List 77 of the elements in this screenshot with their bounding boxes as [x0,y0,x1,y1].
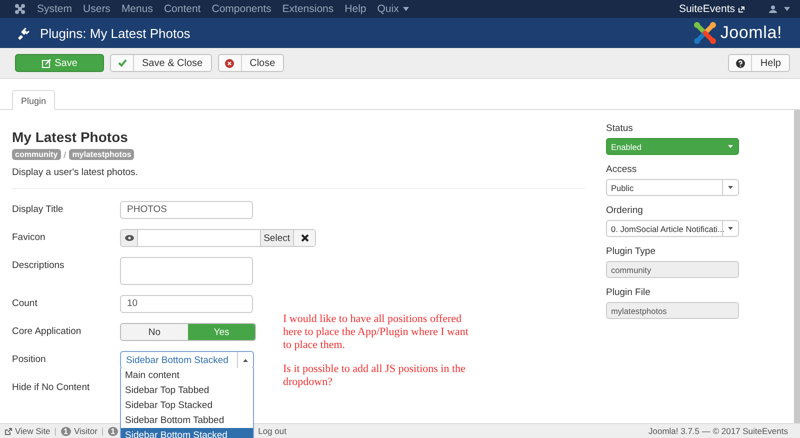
menu-item[interactable]: Users [83,3,110,15]
menu-item[interactable]: Quix [377,3,409,15]
help-icon [736,58,745,68]
select-field[interactable]: 0. JomSocial Article Notificati... [606,220,739,237]
separator: | [54,426,56,436]
caret-icon [728,145,733,148]
joomla-icon [14,3,26,15]
external-link-icon [5,428,12,434]
field-label: Plugin Type [606,246,656,257]
scrollbar[interactable] [794,110,800,423]
tag: mylatestphotos [69,149,134,160]
annotation-text: I would like to have all positions offered here to place the App/Plugin where I want to place them. [283,313,470,352]
field-label: Descriptions [12,259,66,273]
toggle-option[interactable]: No [121,324,188,340]
select-field[interactable]: Public [606,179,739,196]
media-field[interactable]: Select [120,229,316,247]
edit-icon [42,58,51,68]
select-field[interactable]: Sidebar Bottom Stacked [120,351,254,369]
menu-item[interactable]: Help [344,3,366,15]
menu-item[interactable]: Components [212,3,272,15]
separator: / [64,150,66,160]
user-icon [769,5,777,13]
help-button[interactable]: Help [728,54,790,72]
eye-icon [124,235,134,241]
count-badge: 1 [108,426,118,436]
view-site-link[interactable]: View Site [5,426,50,436]
dropdown-option[interactable]: Main content [121,368,253,383]
readonly-field: community [606,261,739,278]
save-close-button[interactable]: Save & Close [110,54,212,72]
annotation-text: Is it possible to add all JS positions in the dropdown? [283,363,466,389]
field-label: Display Title [12,203,64,217]
separator: | [101,426,104,436]
user-menu[interactable] [769,5,790,13]
caret-icon [243,358,248,362]
field-label: Core Application [12,325,82,339]
close-icon [300,234,308,242]
field-label: Hide if No Content [12,381,91,395]
dropdown-option[interactable]: Sidebar Top Stacked [121,398,253,413]
page-title: Plugins: My Latest Photos [40,26,192,40]
plugin-title: My Latest Photos [12,129,129,145]
field-label: Favicon [12,231,46,245]
input-field[interactable]: PHOTOS [120,201,253,219]
site-link[interactable]: SuiteEvents [678,3,745,15]
close-button[interactable]: Close [218,54,284,72]
caret-icon [728,186,733,189]
dropdown-option[interactable]: Sidebar Top Tabbed [121,383,253,398]
field-label: Ordering [606,205,644,216]
menu-item[interactable]: Menus [121,3,153,15]
menu-item[interactable]: Content [164,3,201,15]
field-label: Count [12,297,38,311]
input-field[interactable]: 10 [120,295,253,313]
field-label: Access [606,164,638,175]
readonly-field: mylatestphotos [606,302,739,319]
dropdown-option[interactable]: Sidebar Bottom Stacked [121,428,253,438]
tag: community [12,149,61,160]
field-label: Plugin File [606,287,652,298]
visitor-label: Visitor [74,426,98,436]
dropdown-option[interactable]: Sidebar Bottom Tabbed [121,413,253,428]
caret-icon [728,227,733,230]
field-label: Status [606,123,634,134]
plugin-description: Display a user's latest photos. [12,167,139,178]
logout-link[interactable]: Log out [258,426,286,436]
menu-item[interactable]: System [37,3,72,15]
plug-icon [16,26,30,40]
joomla-logo: Joomla! [693,21,782,45]
cancel-icon [225,58,234,68]
clear-button[interactable] [293,230,315,246]
tab[interactable]: Plugin [12,90,56,110]
external-link-icon [738,6,745,12]
field-label: Position [12,353,47,367]
copyright-text: Joomla! 3.7.5 — © 2017 SuiteEvents [648,426,788,436]
count-badge: 1 [60,426,71,436]
joomla-logo-icon [693,21,718,45]
check-icon [118,59,126,67]
menu-item[interactable]: Extensions [282,3,334,15]
textarea-field[interactable] [120,257,253,285]
select-button[interactable]: Select [260,230,293,246]
